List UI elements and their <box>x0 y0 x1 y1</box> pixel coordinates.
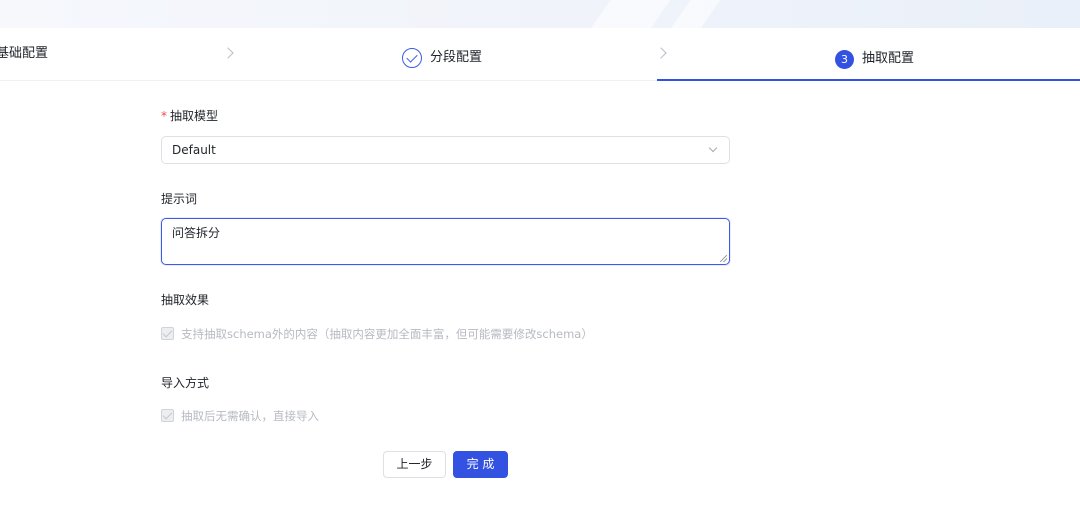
import-mode-field-label: 导入方式 <box>161 376 210 390</box>
model-select-value: Default <box>172 143 216 157</box>
step-segment-config[interactable]: 分段配置 <box>430 49 482 67</box>
import-mode-checkbox[interactable] <box>161 409 174 422</box>
steps-bar: 基础配置 分段配置 3 抽取配置 <box>0 28 1080 81</box>
prompt-textarea-value: 问答拆分 <box>172 226 221 240</box>
effect-checkbox[interactable] <box>161 327 174 340</box>
effect-field-label: 抽取效果 <box>161 293 210 307</box>
resize-handle-icon[interactable] <box>720 255 727 262</box>
previous-step-button[interactable]: 上一步 <box>383 451 446 478</box>
check-circle-icon <box>402 48 422 68</box>
finish-button[interactable]: 完 成 <box>453 451 508 478</box>
model-field-label: * 抽取模型 <box>161 108 218 124</box>
step-basic-config[interactable]: 基础配置 <box>0 45 48 63</box>
chevron-right-icon <box>222 47 234 59</box>
top-banner <box>0 0 1080 28</box>
required-mark: * <box>161 109 167 123</box>
chevron-down-icon <box>708 143 718 153</box>
import-mode-option-text: 抽取后无需确认，直接导入 <box>181 409 319 423</box>
step-extraction-config[interactable]: 抽取配置 <box>862 50 914 68</box>
model-select[interactable]: Default <box>161 136 730 164</box>
active-step-indicator <box>657 79 1080 81</box>
model-label-text: 抽取模型 <box>170 109 219 123</box>
chevron-right-icon <box>655 47 667 59</box>
effect-option-text: 支持抽取schema外的内容（抽取内容更加全面丰富，但可能需要修改schema） <box>181 327 593 341</box>
prompt-textarea[interactable]: 问答拆分 <box>161 218 730 265</box>
step-number-badge: 3 <box>835 50 854 69</box>
extraction-config-page: 基础配置 分段配置 3 抽取配置 * 抽取模型 Default 提示词 问答拆分 … <box>0 0 1080 516</box>
prompt-field-label: 提示词 <box>161 192 198 206</box>
